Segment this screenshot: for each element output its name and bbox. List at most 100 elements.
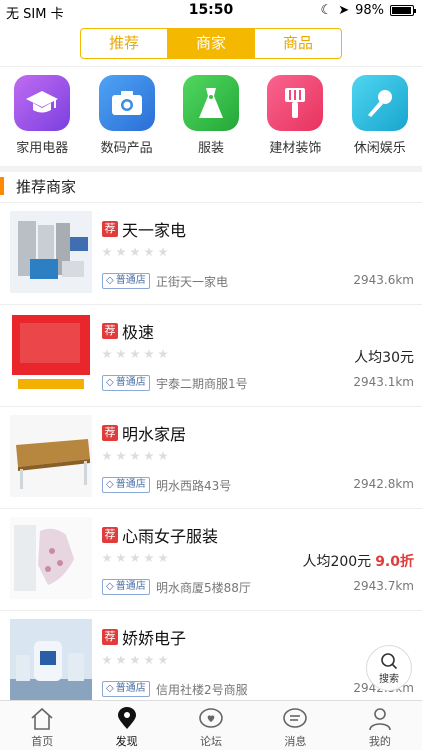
rating-stars — [102, 553, 168, 563]
accent-bar — [0, 177, 4, 195]
rating-stars — [102, 349, 168, 359]
star-icon — [130, 349, 140, 359]
diamond-icon: ◇ — [106, 275, 114, 286]
tab-home[interactable]: 首页 — [0, 701, 84, 750]
tab-discover[interactable]: 发现 — [84, 701, 168, 750]
category-label: 建材装饰 — [269, 141, 322, 156]
star-icon — [116, 553, 126, 563]
badge-label: 普通店 — [115, 377, 146, 388]
location-icon — [117, 707, 136, 729]
category-label: 休闲娱乐 — [353, 141, 406, 156]
avg-price: 人均200元 — [302, 554, 372, 570]
dress-icon — [182, 75, 239, 131]
shop-thumbnail — [10, 211, 92, 293]
segment-merchants[interactable]: 商家 — [168, 29, 255, 58]
battery-percent: 98% — [355, 3, 384, 18]
user-icon — [369, 708, 391, 731]
star-icon — [158, 247, 168, 257]
floating-search-label: 搜索 — [379, 673, 399, 685]
graduation-cap-icon — [14, 75, 71, 131]
tab-label: 论坛 — [200, 735, 223, 748]
shop-name: 天一家电 — [122, 221, 187, 240]
home-icon — [31, 707, 53, 730]
category-leisure[interactable]: 休闲娱乐 — [338, 67, 422, 166]
category-appliances[interactable]: 家用电器 — [0, 67, 84, 166]
badge-label: 普通店 — [115, 683, 146, 694]
category-label: 服装 — [197, 141, 224, 156]
shop-row[interactable]: 荐 明水家居 ◇ 普通店 明水西路43号 2942.8km — [0, 406, 422, 508]
tab-profile[interactable]: 我的 — [338, 701, 422, 750]
tab-forum[interactable]: 论坛 — [169, 701, 253, 750]
star-icon — [116, 247, 126, 257]
recommend-tag: 荐 — [102, 323, 118, 339]
camera-icon — [98, 75, 155, 131]
segment-products[interactable]: 商品 — [255, 29, 341, 58]
star-icon — [116, 451, 126, 461]
badge-label: 普通店 — [115, 581, 146, 592]
paint-brush-icon — [267, 75, 324, 131]
star-icon — [144, 349, 154, 359]
category-clothing[interactable]: 服装 — [169, 67, 253, 166]
category-label: 家用电器 — [16, 141, 69, 156]
shop-name: 明水家居 — [122, 425, 187, 444]
avg-price: 人均30元 — [354, 350, 414, 366]
message-icon — [283, 708, 308, 728]
tab-label: 发现 — [115, 735, 138, 748]
store-type-badge: ◇ 普通店 — [102, 375, 150, 391]
star-icon — [116, 655, 126, 665]
recommend-tag: 荐 — [102, 527, 118, 543]
star-icon — [130, 553, 140, 563]
rating-stars — [102, 451, 168, 461]
shop-thumbnail — [10, 415, 92, 497]
shop-row[interactable]: 荐 极速 人均30元 ◇ 普通店 宇泰二期商服1号 2943.1km — [0, 304, 422, 406]
star-icon — [102, 349, 112, 359]
shop-thumbnail — [10, 619, 92, 701]
star-icon — [116, 349, 126, 359]
shop-address: 明水西路43号 — [156, 479, 232, 493]
status-bar: 无 SIM 卡 15:50 ☾ ➤ 98% — [0, 0, 422, 22]
moon-icon: ☾ — [320, 3, 333, 18]
shop-list: 荐 天一家电 ◇ 普通店 正街天一家电 2943.6km 荐 极速 人均30元 ◇… — [0, 202, 422, 712]
shop-row[interactable]: 荐 心雨女子服装 人均200元 9.0折 ◇ 普通店 明水商厦5楼88厅 2943.… — [0, 508, 422, 610]
shop-row[interactable]: 荐 天一家电 ◇ 普通店 正街天一家电 2943.6km — [0, 202, 422, 304]
star-icon — [102, 553, 112, 563]
category-building[interactable]: 建材装饰 — [253, 67, 337, 166]
shop-address: 明水商厦5楼88厅 — [156, 581, 251, 595]
recommend-tag: 荐 — [102, 425, 118, 441]
shop-row[interactable]: 荐 娇娇电子 ◇普通店 信用社楼2号商服 2942.5km — [0, 610, 422, 712]
star-icon — [102, 451, 112, 461]
diamond-icon: ◇ — [106, 683, 114, 694]
rating-stars — [102, 655, 168, 665]
price-info: 人均30元 — [354, 347, 414, 367]
star-icon — [130, 451, 140, 461]
category-label: 数码产品 — [100, 141, 153, 156]
search-icon — [381, 652, 398, 669]
star-icon — [144, 655, 154, 665]
battery-icon — [390, 5, 416, 16]
star-icon — [102, 655, 112, 665]
badge-label: 普通店 — [115, 479, 146, 490]
recommend-tag: 荐 — [102, 629, 118, 645]
category-digital[interactable]: 数码产品 — [84, 67, 168, 166]
shop-name: 娇娇电子 — [122, 629, 187, 648]
floating-search-button[interactable]: 搜索 — [366, 645, 412, 691]
segment-recommend[interactable]: 推荐 — [81, 29, 168, 58]
shop-name: 心雨女子服装 — [122, 527, 219, 546]
segmented-control: 推荐 商家 商品 — [80, 28, 342, 59]
heart-chat-icon — [199, 708, 223, 728]
section-title: 推荐商家 — [16, 178, 77, 196]
microphone-icon — [351, 75, 408, 131]
status-right: ☾ ➤ 98% — [320, 3, 416, 18]
shop-name: 极速 — [122, 323, 155, 342]
diamond-icon: ◇ — [106, 479, 114, 490]
star-icon — [158, 655, 168, 665]
star-icon — [130, 655, 140, 665]
tab-messages[interactable]: 消息 — [253, 701, 337, 750]
shop-thumbnail — [10, 517, 92, 599]
rating-stars — [102, 247, 168, 257]
shop-address: 正街天一家电 — [156, 275, 229, 289]
shop-address: 信用社楼2号商服 — [156, 683, 248, 697]
tab-label: 首页 — [31, 735, 54, 748]
shop-distance: 2943.7km — [353, 579, 414, 593]
category-row: 家用电器 数码产品 服装 建材装饰 休闲娱乐 — [0, 66, 422, 166]
